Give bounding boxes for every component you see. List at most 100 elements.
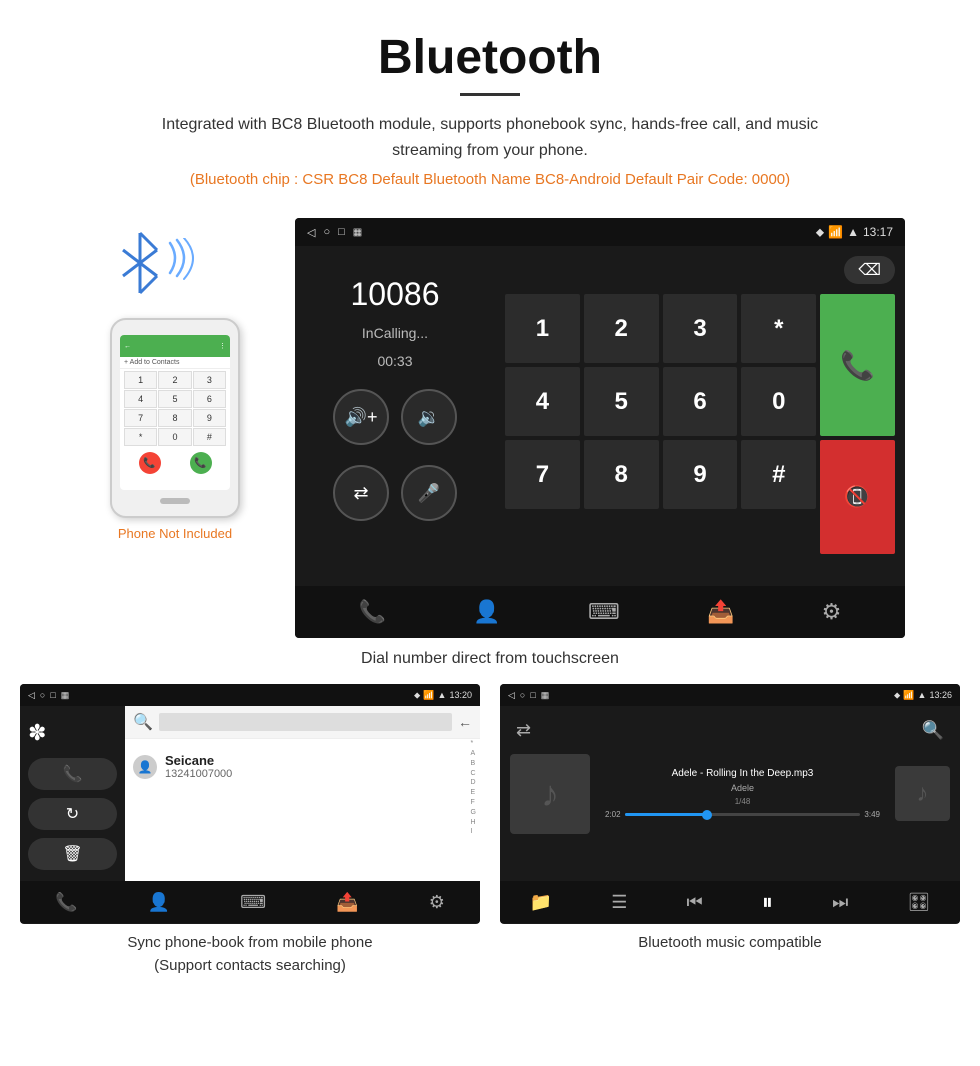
mic-button[interactable]: 🎤 bbox=[401, 465, 457, 521]
pb-tab-dialpad[interactable]: ⌨ bbox=[240, 892, 266, 913]
notification-icon: ▦ bbox=[353, 227, 362, 238]
page-title: Bluetooth bbox=[20, 30, 960, 85]
dial-right-panel: ⌫ 1 2 3 * 📞 4 5 6 0 7 8 bbox=[495, 246, 905, 586]
key-8[interactable]: 8 bbox=[584, 440, 659, 509]
back-icon: ◁ bbox=[307, 226, 315, 239]
key-0[interactable]: 0 bbox=[741, 367, 816, 436]
end-call-button[interactable]: 📵 bbox=[820, 440, 895, 554]
music-signal-icon: ⬥ bbox=[894, 690, 900, 701]
top-section: ← ⋮ + Add to Contacts 1 2 3 4 5 6 7 8 bbox=[20, 218, 960, 638]
dialpad-tab-icon[interactable]: ⌨ bbox=[588, 599, 620, 625]
music-note-small-icon: ♪ bbox=[917, 780, 929, 808]
volume-up-button[interactable]: 🔊+ bbox=[333, 389, 389, 445]
alphabet-strip: * A B C D E F G H I bbox=[471, 739, 476, 837]
phone-home-button bbox=[160, 498, 190, 504]
settings-tab-icon[interactable]: ⚙ bbox=[822, 599, 842, 625]
contact-name: Seicane bbox=[165, 753, 232, 768]
numpad: 1 2 3 * 📞 4 5 6 0 7 8 9 # 📵 bbox=[505, 294, 895, 554]
pb-contact-row: 👤 Seicane 13241007000 bbox=[133, 747, 472, 786]
call-status-icon: 📶 bbox=[828, 225, 843, 239]
status-bar: ◁ ○ □ ▦ ⬥ 📶 ▲ 13:17 bbox=[295, 218, 905, 246]
phone-hangup-icon: 📞 bbox=[139, 452, 161, 474]
transfer-icon: ⇄ bbox=[353, 483, 368, 504]
volume-down-button[interactable]: 🔉 bbox=[401, 389, 457, 445]
pb-time: 13:20 bbox=[449, 690, 472, 700]
volume-up-icon: 🔊+ bbox=[345, 407, 378, 428]
transfer-button[interactable]: ⇄ bbox=[333, 465, 389, 521]
music-next-icon[interactable]: ⏭ bbox=[832, 892, 848, 913]
pb-content: ✽ 📞 ↻ 🗑 🔍 bbox=[20, 706, 480, 881]
dial-caption: Dial number direct from touchscreen bbox=[20, 650, 960, 668]
progress-track bbox=[625, 813, 861, 816]
contact-avatar: 👤 bbox=[133, 755, 157, 779]
recent-icon: □ bbox=[338, 226, 345, 238]
volume-down-icon: 🔉 bbox=[418, 407, 440, 428]
music-note-icon: ♪ bbox=[541, 773, 559, 815]
call-button[interactable]: 📞 bbox=[820, 294, 895, 436]
contacts-tab-icon[interactable]: 👤 bbox=[473, 599, 500, 625]
music-prev-icon[interactable]: ⏮ bbox=[687, 892, 703, 913]
album-art-main: ♪ bbox=[510, 754, 590, 834]
music-recent-icon: □ bbox=[530, 690, 535, 700]
key-1[interactable]: 1 bbox=[505, 294, 580, 363]
phone-tab-icon[interactable]: 📞 bbox=[359, 599, 386, 625]
pb-wifi-icon: ▲ bbox=[438, 690, 447, 700]
search-icon[interactable]: 🔍 bbox=[133, 712, 153, 732]
pb-contact-area: 👤 Seicane 13241007000 * A B C bbox=[125, 739, 480, 794]
phonebook-screen: ◁ ○ □ ▦ ⬥ 📶 ▲ 13:20 ✽ bbox=[20, 684, 480, 924]
key-9[interactable]: 9 bbox=[663, 440, 738, 509]
location-icon: ⬥ bbox=[816, 225, 824, 240]
pb-call-icon: 📶 bbox=[423, 690, 434, 701]
pb-tab-settings[interactable]: ⚙ bbox=[429, 892, 445, 913]
bluetooth-icon-area bbox=[115, 228, 235, 308]
pb-tab-transfer[interactable]: 📤 bbox=[336, 892, 358, 913]
wifi-icon: ▲ bbox=[847, 225, 859, 239]
music-status-bar: ◁ ○ □ ▦ ⬥ 📶 ▲ 13:26 bbox=[500, 684, 960, 706]
key-hash[interactable]: # bbox=[741, 440, 816, 509]
music-search-icon[interactable]: 🔍 bbox=[922, 720, 944, 740]
key-4[interactable]: 4 bbox=[505, 367, 580, 436]
music-time: 13:26 bbox=[929, 690, 952, 700]
progress-container: 2:02 3:49 bbox=[605, 810, 880, 819]
call-timer: 00:33 bbox=[377, 353, 412, 369]
pb-status-bar: ◁ ○ □ ▦ ⬥ 📶 ▲ 13:20 bbox=[20, 684, 480, 706]
dial-content: 10086 InCalling... 00:33 🔊+ 🔉 ⇄ bbox=[295, 246, 905, 586]
progress-dot bbox=[702, 810, 712, 820]
music-caption: Bluetooth music compatible bbox=[638, 932, 821, 955]
music-folder-icon[interactable]: 📁 bbox=[530, 892, 552, 913]
key-6[interactable]: 6 bbox=[663, 367, 738, 436]
contact-phone: 13241007000 bbox=[165, 768, 232, 780]
phonebook-caption: Sync phone-book from mobile phone (Suppo… bbox=[127, 932, 372, 977]
music-info: Adele - Rolling In the Deep.mp3 Adele 1/… bbox=[605, 768, 880, 819]
music-play-icon[interactable]: ⏸ bbox=[762, 889, 773, 915]
backspace-button[interactable]: ⌫ bbox=[844, 256, 895, 284]
phone-top-bar: ← ⋮ bbox=[120, 335, 230, 357]
pb-sidebar: ✽ 📞 ↻ 🗑 bbox=[20, 706, 125, 881]
music-back-icon: ◁ bbox=[508, 690, 515, 701]
artist-name: Adele bbox=[731, 783, 754, 793]
dial-number: 10086 bbox=[351, 276, 440, 313]
music-eq-icon[interactable]: 🎛 bbox=[908, 892, 931, 913]
key-2[interactable]: 2 bbox=[584, 294, 659, 363]
key-star[interactable]: * bbox=[741, 294, 816, 363]
pb-delete-button[interactable]: 🗑 bbox=[28, 838, 117, 870]
pb-tab-phone[interactable]: 📞 bbox=[55, 892, 77, 913]
music-list-icon[interactable]: ☰ bbox=[611, 892, 627, 913]
key-5[interactable]: 5 bbox=[584, 367, 659, 436]
dial-input-row: ⌫ bbox=[505, 256, 895, 284]
pb-call-button[interactable]: 📞 bbox=[28, 758, 117, 790]
home-icon: ○ bbox=[323, 226, 330, 238]
search-back-icon[interactable]: ← bbox=[458, 714, 472, 730]
pb-tab-contacts[interactable]: 👤 bbox=[148, 892, 170, 913]
mic-icon: 🎤 bbox=[418, 483, 440, 504]
phone-action-buttons: 📞 📞 bbox=[120, 448, 230, 478]
pb-sync-button[interactable]: ↻ bbox=[28, 798, 117, 830]
music-wifi-icon: ▲ bbox=[918, 690, 927, 700]
shuffle-icon[interactable]: ⇄ bbox=[516, 720, 531, 740]
key-3[interactable]: 3 bbox=[663, 294, 738, 363]
transfer-tab-icon[interactable]: 📤 bbox=[707, 599, 734, 625]
pb-main: 🔍 ← 👤 Seicane 13241007000 bbox=[125, 706, 480, 881]
bluetooth-symbol-icon bbox=[115, 228, 165, 298]
dial-controls-2: ⇄ 🎤 bbox=[333, 465, 457, 521]
key-7[interactable]: 7 bbox=[505, 440, 580, 509]
